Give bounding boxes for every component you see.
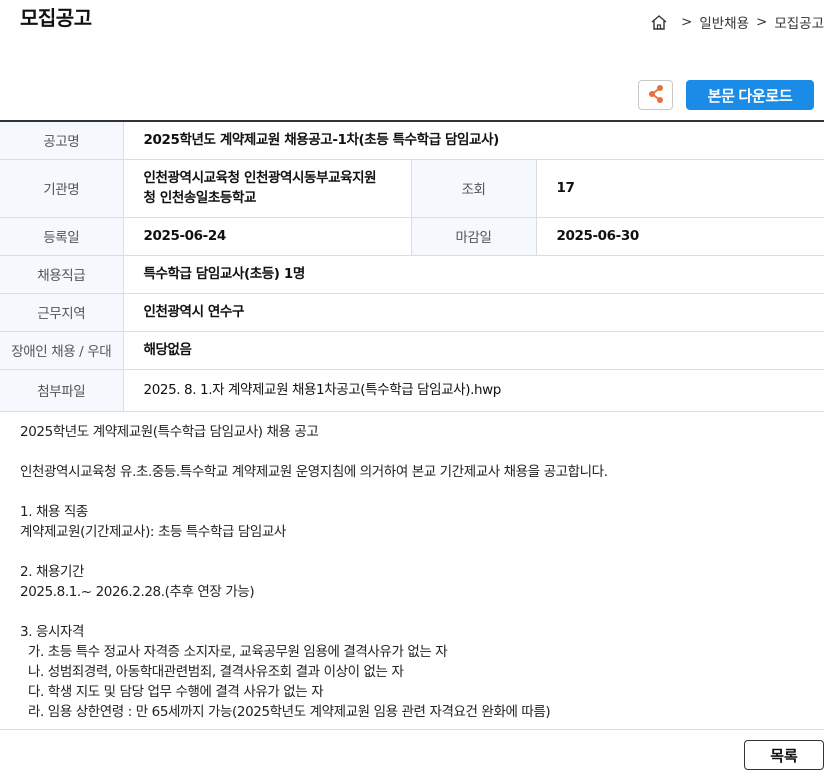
- agency-line-1: 인천광역시교육청 인천광역시동부교육지원: [143, 170, 377, 186]
- attachment-label: 첨부파일: [0, 369, 124, 412]
- disability-label: 장애인 채용 / 우대: [0, 331, 124, 370]
- deadline-label: 마감일: [411, 217, 537, 256]
- breadcrumb-separator: >: [681, 14, 693, 30]
- body-line: [20, 442, 810, 462]
- breadcrumb: > 일반채용 > 모집공고: [650, 12, 824, 32]
- notice-info-table: 공고명 2025학년도 계약제교원 채용공고-1차(초등 특수학급 담임교사) …: [0, 120, 824, 412]
- agency-line-2: 청 인천송일초등학교: [143, 190, 257, 206]
- download-body-button[interactable]: 본문 다운로드: [686, 80, 814, 110]
- body-line: 인천광역시교육청 유.초.중등.특수학교 계약제교원 운영지침에 의거하여 본교…: [20, 464, 608, 480]
- table-row: 근무지역 인천광역시 연수구: [0, 293, 824, 332]
- share-button[interactable]: [638, 80, 673, 110]
- body-line: [20, 542, 810, 562]
- attachment-link[interactable]: 2025. 8. 1.자 계약제교원 채용1차공고(특수학급 담임교사).hwp: [123, 369, 824, 412]
- table-row: 공고명 2025학년도 계약제교원 채용공고-1차(초등 특수학급 담임교사): [0, 121, 824, 160]
- region-label: 근무지역: [0, 293, 124, 332]
- notice-name-label: 공고명: [0, 121, 124, 160]
- body-line: 2. 채용기간: [20, 564, 85, 580]
- body-line: 1. 채용 직종: [20, 504, 88, 520]
- notice-body: 2025학년도 계약제교원(특수학급 담임교사) 채용 공고 인천광역시교육청 …: [20, 422, 810, 722]
- position-value: 특수학급 담임교사(초등) 1명: [123, 255, 824, 294]
- views-value: 17: [536, 159, 824, 218]
- reg-date-value: 2025-06-24: [123, 217, 412, 256]
- table-row: 등록일 2025-06-24 마감일 2025-06-30: [0, 217, 824, 256]
- notice-name-value: 2025학년도 계약제교원 채용공고-1차(초등 특수학급 담임교사): [123, 121, 824, 160]
- share-icon: [647, 84, 665, 107]
- body-line: [20, 482, 810, 502]
- table-row: 장애인 채용 / 우대 해당없음: [0, 331, 824, 370]
- table-row: 채용직급 특수학급 담임교사(초등) 1명: [0, 255, 824, 294]
- table-row: 첨부파일 2025. 8. 1.자 계약제교원 채용1차공고(특수학급 담임교사…: [0, 369, 824, 412]
- body-line: 라. 임용 상한연령 : 만 65세까지 가능(2025학년도 계약제교원 임용…: [28, 704, 551, 720]
- body-line: 2025학년도 계약제교원(특수학급 담임교사) 채용 공고: [20, 424, 319, 440]
- body-line: 2025.8.1.~ 2026.2.28.(추후 연장 가능): [20, 584, 255, 600]
- breadcrumb-item-notice[interactable]: 모집공고: [774, 12, 824, 32]
- breadcrumb-separator: >: [756, 14, 768, 30]
- position-label: 채용직급: [0, 255, 124, 294]
- body-line: 가. 초등 특수 정교사 자격증 소지자로, 교육공무원 임용에 결격사유가 없…: [28, 644, 448, 660]
- body-line: 3. 응시자격: [20, 624, 85, 640]
- table-row: 기관명 인천광역시교육청 인천광역시동부교육지원 청 인천송일초등학교 조회 1…: [0, 159, 824, 218]
- divider: [0, 729, 824, 730]
- list-button[interactable]: 목록: [744, 740, 824, 770]
- views-label: 조회: [411, 159, 537, 218]
- body-line: [20, 602, 810, 622]
- reg-date-label: 등록일: [0, 217, 124, 256]
- body-line: 다. 학생 지도 및 담당 업무 수행에 결격 사유가 없는 자: [28, 684, 324, 700]
- agency-label: 기관명: [0, 159, 124, 218]
- breadcrumb-item-general-hiring[interactable]: 일반채용: [699, 12, 749, 32]
- home-icon[interactable]: [650, 14, 668, 30]
- deadline-value: 2025-06-30: [536, 217, 824, 256]
- page-title: 모집공고: [20, 6, 92, 30]
- disability-value: 해당없음: [123, 331, 824, 370]
- agency-value: 인천광역시교육청 인천광역시동부교육지원 청 인천송일초등학교: [123, 159, 412, 218]
- body-line: 나. 성범죄경력, 아동학대관련범죄, 결격사유조회 결과 이상이 없는 자: [28, 664, 404, 680]
- region-value: 인천광역시 연수구: [123, 293, 824, 332]
- body-line: 계약제교원(기간제교사): 초등 특수학급 담임교사: [20, 524, 286, 540]
